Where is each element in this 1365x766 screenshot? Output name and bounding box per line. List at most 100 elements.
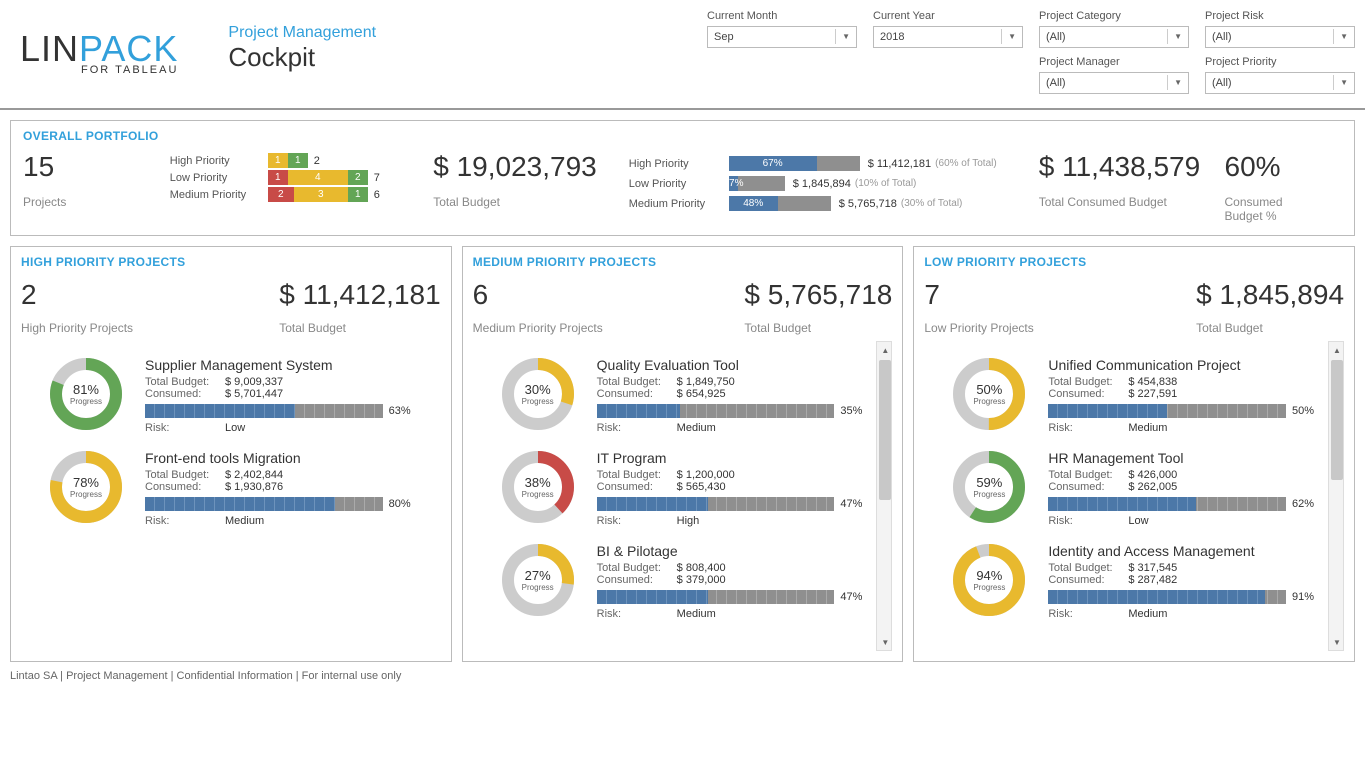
priority-label: Medium Priority xyxy=(170,189,268,201)
page-title: Cockpit xyxy=(228,42,376,73)
cons-label: Consumed: xyxy=(597,481,677,493)
kpi-projects: 15 Projects xyxy=(23,151,150,209)
consumed-bar: 50% xyxy=(1048,404,1324,418)
tb-label: Total Budget: xyxy=(597,469,677,481)
cons-value: $ 227,591 xyxy=(1128,388,1177,400)
filter-select-1[interactable]: 2018 xyxy=(873,26,1023,48)
filter-select-0[interactable]: Sep xyxy=(707,26,857,48)
progress-pct: 94% xyxy=(973,568,1005,583)
project-card[interactable]: 50%Progress Unified Communication Projec… xyxy=(924,357,1344,434)
total-budget-value: $ 19,023,793 xyxy=(433,151,609,183)
project-card[interactable]: 81%Progress Supplier Management System T… xyxy=(21,357,441,434)
column-count-label: High Priority Projects xyxy=(21,321,133,335)
consumed-bar: 63% xyxy=(145,404,421,418)
budget-pct-of-total: (60% of Total) xyxy=(935,158,997,169)
budget-bar[interactable]: 48% xyxy=(729,196,831,211)
project-info: BI & Pilotage Total Budget:$ 808,400 Con… xyxy=(597,543,893,620)
risk-label: Risk: xyxy=(597,608,677,620)
tb-label: Total Budget: xyxy=(597,562,677,574)
consumed-pct: 63% xyxy=(389,405,421,417)
tb-label: Total Budget: xyxy=(145,376,225,388)
consumed-pct: 80% xyxy=(389,498,421,510)
progress-pct: 78% xyxy=(70,475,102,490)
consumed-pct: 35% xyxy=(840,405,872,417)
cons-value: $ 379,000 xyxy=(677,574,726,586)
cons-value: $ 5,701,447 xyxy=(225,388,283,400)
cons-label: Consumed: xyxy=(1048,388,1128,400)
budget-amount: $ 1,845,894 xyxy=(793,178,851,190)
filter-bar: Current Month SepCurrent Year 2018Projec… xyxy=(707,10,1355,94)
tb-value: $ 1,849,750 xyxy=(677,376,735,388)
project-info: Identity and Access Management Total Bud… xyxy=(1048,543,1344,620)
budget-bar[interactable]: 57% xyxy=(729,176,785,191)
scroll-up-icon[interactable]: ▲ xyxy=(1329,342,1344,358)
stack-seg: 2 xyxy=(348,170,368,185)
scroll-thumb[interactable] xyxy=(1331,360,1343,480)
cons-value: $ 654,925 xyxy=(677,388,726,400)
column-budget-label: Total Budget xyxy=(1196,321,1344,335)
budget-bar-fill: 48% xyxy=(729,196,778,211)
consumed-bar: 62% xyxy=(1048,497,1324,511)
tb-value: $ 317,545 xyxy=(1128,562,1177,574)
project-list: 81% Progress Supplier Management System T… xyxy=(21,341,441,651)
progress-donut: 50%Progress xyxy=(952,357,1026,431)
consumed-label: Total Consumed Budget xyxy=(1039,195,1205,209)
progress-pct: 81% xyxy=(70,382,102,397)
column-title: HIGH PRIORITY PROJECTS xyxy=(21,255,441,269)
priority-label: Low Priority xyxy=(170,172,268,184)
scroll-down-icon[interactable]: ▼ xyxy=(1329,634,1344,650)
budget-bar-fill: 67% xyxy=(729,156,817,171)
logo-text-1: LIN xyxy=(20,28,79,69)
project-info: Unified Communication Project Total Budg… xyxy=(1048,357,1344,434)
stack-seg: 1 xyxy=(268,170,288,185)
stack-seg: 3 xyxy=(294,187,348,202)
cons-label: Consumed: xyxy=(145,388,225,400)
progress-donut: 38%Progress xyxy=(501,450,575,524)
column-budget: $ 11,412,181 xyxy=(279,279,440,311)
stack-seg: 1 xyxy=(268,153,288,168)
tb-value: $ 1,200,000 xyxy=(677,469,735,481)
column-count-label: Medium Priority Projects xyxy=(473,321,603,335)
tb-label: Total Budget: xyxy=(1048,469,1128,481)
tb-label: Total Budget: xyxy=(1048,562,1128,574)
scrollbar[interactable]: ▲▼ xyxy=(876,341,892,651)
tb-value: $ 2,402,844 xyxy=(225,469,283,481)
project-card[interactable]: 30%Progress Quality Evaluation Tool Tota… xyxy=(473,357,893,434)
project-card[interactable]: 78%Progress Front-end tools Migration To… xyxy=(21,450,441,527)
cons-label: Consumed: xyxy=(145,481,225,493)
portfolio-panel: OVERALL PORTFOLIO 15 Projects High Prior… xyxy=(10,120,1355,236)
scroll-thumb[interactable] xyxy=(879,360,891,500)
project-card[interactable]: 27%Progress BI & Pilotage Total Budget:$… xyxy=(473,543,893,620)
filter-select-3[interactable]: (All) xyxy=(1205,26,1355,48)
risk-label: Risk: xyxy=(597,515,677,527)
priority-label: High Priority xyxy=(170,155,268,167)
tb-label: Total Budget: xyxy=(145,469,225,481)
progress-label: Progress xyxy=(973,490,1005,499)
filter-select-7[interactable]: (All) xyxy=(1205,72,1355,94)
priority-stack[interactable]: 231 xyxy=(268,187,368,202)
stack-seg: 1 xyxy=(288,153,308,168)
project-info: HR Management Tool Total Budget:$ 426,00… xyxy=(1048,450,1344,527)
risk-value: Medium xyxy=(1128,608,1167,620)
budget-bar[interactable]: 67% xyxy=(729,156,860,171)
risk-label: Risk: xyxy=(1048,515,1128,527)
budget-bars: High Priority 67% $ 11,412,181 (60% of T… xyxy=(629,151,1019,216)
priority-breakdown: High Priority 11 2Low Priority 142 7Medi… xyxy=(170,151,424,204)
risk-value: High xyxy=(677,515,700,527)
filter-select-2[interactable]: (All) xyxy=(1039,26,1189,48)
project-list: 30%Progress Quality Evaluation Tool Tota… xyxy=(473,341,893,651)
scroll-down-icon[interactable]: ▼ xyxy=(877,634,892,650)
filter-label: Current Month xyxy=(707,10,857,22)
scroll-up-icon[interactable]: ▲ xyxy=(877,342,892,358)
project-info: Supplier Management System Total Budget:… xyxy=(145,357,441,434)
progress-label: Progress xyxy=(70,490,102,499)
priority-stack[interactable]: 142 xyxy=(268,170,368,185)
filter-select-6[interactable]: (All) xyxy=(1039,72,1189,94)
scrollbar[interactable]: ▲▼ xyxy=(1328,341,1344,651)
column-count: 2 xyxy=(21,279,133,311)
consumed-value: $ 11,438,579 xyxy=(1039,151,1205,183)
project-card[interactable]: 38%Progress IT Program Total Budget:$ 1,… xyxy=(473,450,893,527)
project-card[interactable]: 94%Progress Identity and Access Manageme… xyxy=(924,543,1344,620)
project-card[interactable]: 59%Progress HR Management Tool Total Bud… xyxy=(924,450,1344,527)
priority-stack[interactable]: 11 xyxy=(268,153,308,168)
